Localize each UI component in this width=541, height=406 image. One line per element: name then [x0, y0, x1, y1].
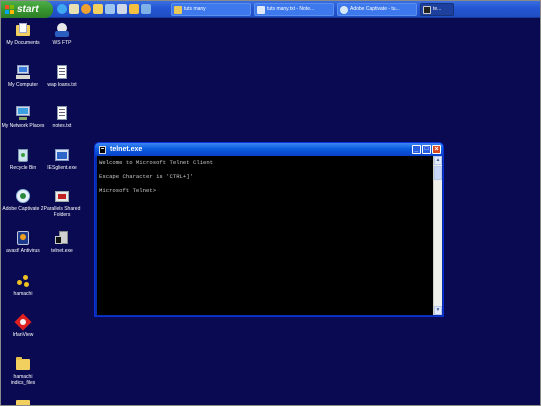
windows-flag-icon [5, 5, 14, 14]
desktop-icon-parallels-shared-folders[interactable]: Parallels Shared Folders [40, 188, 84, 218]
console-output[interactable]: Welcome to Microsoft Telnet Client Escape… [97, 156, 433, 315]
folder-icon[interactable] [93, 4, 103, 14]
my-computer-icon [15, 64, 31, 80]
desktop-icon-recycle-bin[interactable]: Recycle Bin [1, 147, 45, 171]
scroll-thumb[interactable] [434, 166, 442, 180]
task-button-tuts-many[interactable]: tuts many [171, 3, 251, 16]
desktop-icon-iesglient[interactable]: IESglient.exe [40, 147, 84, 171]
start-label: start [17, 4, 39, 15]
desktop-icon-my-network-places[interactable]: My Network Places [1, 105, 45, 129]
text-file-icon [54, 64, 70, 80]
maximize-button[interactable]: □ [422, 145, 431, 154]
taskbar: start tuts many tuts many.txt - Note... … [1, 1, 540, 18]
start-button[interactable]: start [1, 1, 53, 18]
app-icon[interactable] [141, 4, 151, 14]
desktop-icon-notes[interactable]: notes.txt [40, 105, 84, 129]
desktop: start tuts many tuts many.txt - Note... … [0, 0, 541, 406]
console-line: Escape Character is 'CTRL+]' [99, 173, 193, 180]
scroll-up-arrow[interactable]: ▲ [434, 156, 442, 165]
folder-icon [15, 356, 31, 372]
telnet-exe-icon [54, 230, 70, 246]
network-places-icon [15, 105, 31, 121]
task-label: Adobe Captivate - tu... [350, 6, 400, 12]
desktop-icon-hamachi[interactable]: hamachi [1, 273, 45, 297]
task-label: tuts many [184, 6, 206, 12]
telnet-icon [423, 6, 431, 14]
desktop-icon-my-computer[interactable]: My Computer [1, 64, 45, 88]
desktop-icon-irfanview[interactable]: IrfanView [1, 313, 45, 338]
app-icon[interactable] [105, 4, 115, 14]
close-button[interactable]: × [432, 145, 441, 154]
irfanview-icon [14, 313, 32, 331]
captivate-icon [340, 6, 348, 14]
console-icon [99, 146, 106, 154]
task-button-captivate[interactable]: Adobe Captivate - tu... [337, 3, 417, 16]
captivate-icon [15, 188, 31, 204]
scroll-down-arrow[interactable]: ▼ [434, 306, 442, 315]
exe-icon [54, 147, 70, 163]
task-button-telnet[interactable]: te... [420, 3, 454, 16]
desktop-icon-my-documents[interactable]: My Documents [1, 22, 45, 46]
ws-ftp-icon [54, 22, 70, 38]
app-icon[interactable] [117, 4, 127, 14]
desktop-icon-avast[interactable]: avast! Antivirus [1, 230, 45, 254]
browser-icon[interactable] [57, 4, 67, 14]
vertical-scrollbar[interactable]: ▲ ▼ [433, 156, 442, 315]
mail-icon[interactable] [69, 4, 79, 14]
media-icon[interactable] [81, 4, 91, 14]
avast-icon [15, 230, 31, 246]
window-title: telnet.exe [110, 146, 143, 153]
text-file-icon [54, 105, 70, 121]
desktop-icon-hamachi-indics-files[interactable]: hamachi indics_files [1, 356, 45, 386]
my-documents-icon [15, 22, 31, 38]
console-line: Welcome to Microsoft Telnet Client [99, 159, 214, 166]
folder-icon [174, 6, 182, 14]
quick-launch [57, 4, 151, 16]
desktop-icon-adobe-captivate[interactable]: Adobe Captivate 2 [1, 188, 45, 212]
task-label: tuts many.txt - Note... [267, 6, 315, 12]
hamachi-icon [15, 273, 31, 289]
desktop-icon-partial-folder[interactable] [1, 398, 45, 405]
desktop-icon-telnet-exe[interactable]: telnet.exe [40, 230, 84, 254]
console-prompt: Microsoft Telnet> [99, 187, 157, 194]
recycle-bin-icon [15, 147, 31, 163]
window-title-bar[interactable]: telnet.exe _ □ × [95, 143, 443, 156]
desktop-icon-wap-loans[interactable]: wap loans.txt [40, 64, 84, 88]
notepad-icon [257, 6, 265, 14]
task-label: te... [433, 6, 442, 12]
app-icon[interactable] [129, 4, 139, 14]
desktop-icon-ws-ftp[interactable]: WS FTP [40, 22, 84, 46]
parallels-folders-icon [54, 188, 70, 204]
minimize-button[interactable]: _ [412, 145, 421, 154]
task-button-notepad[interactable]: tuts many.txt - Note... [254, 3, 334, 16]
telnet-window: telnet.exe _ □ × Welcome to Microsoft Te… [94, 142, 444, 317]
folder-icon [15, 398, 31, 405]
